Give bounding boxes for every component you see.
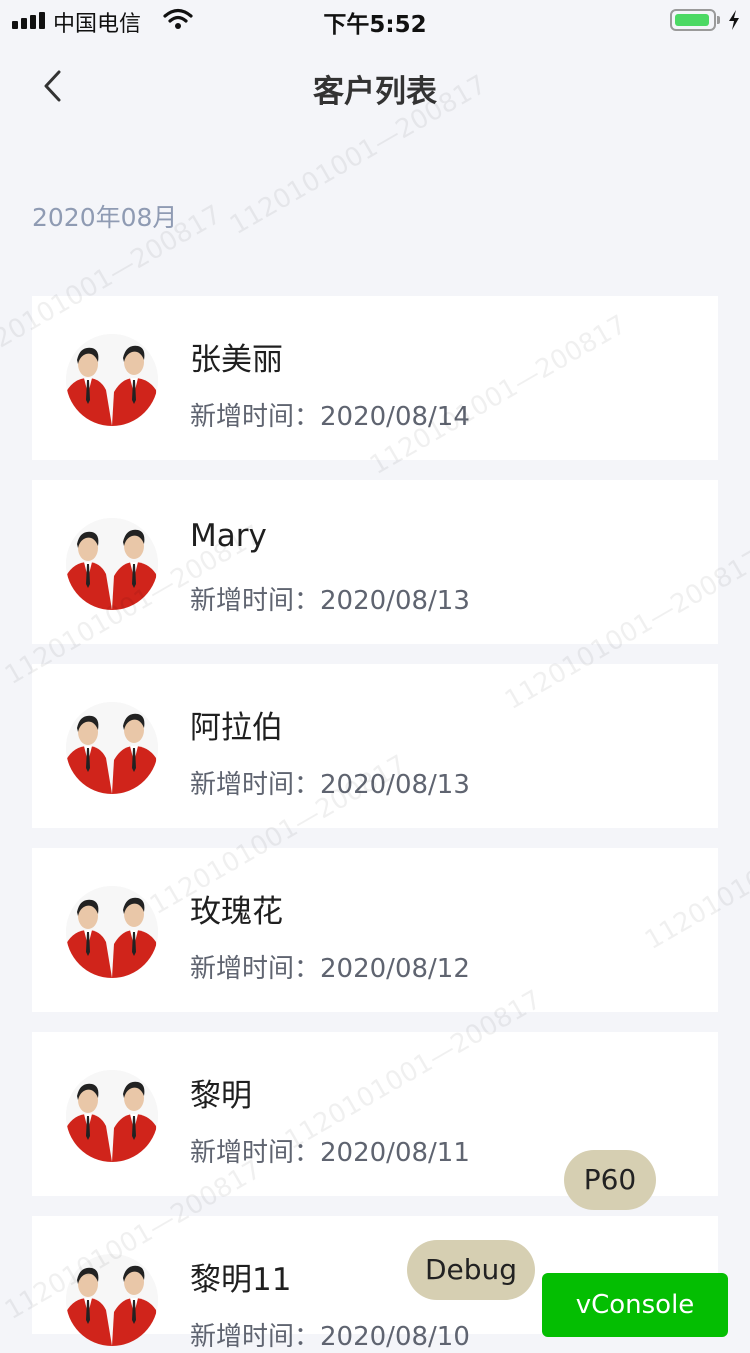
- avatar: [66, 334, 158, 426]
- avatar: [66, 518, 158, 610]
- customer-name: 张美丽: [190, 342, 283, 378]
- customer-card[interactable]: 张美丽 新增时间：2020/08/14: [32, 296, 718, 460]
- avatar-photo: [66, 702, 158, 794]
- added-time-row: 新增时间：2020/08/12: [190, 948, 470, 985]
- avatar-photo: [66, 334, 158, 426]
- p60-button[interactable]: P60: [564, 1150, 656, 1210]
- added-time-label: 新增时间：: [190, 402, 321, 432]
- added-time-value: 2020/08/14: [320, 402, 470, 432]
- customer-card[interactable]: 阿拉伯 新增时间：2020/08/13: [32, 664, 718, 828]
- battery-icon: [670, 9, 720, 31]
- customer-card[interactable]: Mary 新增时间：2020/08/13: [32, 480, 718, 644]
- added-time-row: 新增时间：2020/08/13: [190, 764, 470, 801]
- status-bar: 中国电信 下午5:52: [0, 0, 750, 40]
- avatar: [66, 1070, 158, 1162]
- added-time-label: 新增时间：: [190, 1322, 321, 1352]
- customer-name: 黎明11: [190, 1262, 292, 1298]
- avatar-photo: [66, 886, 158, 978]
- added-time-value: 2020/08/10: [320, 1322, 470, 1352]
- debug-button[interactable]: Debug: [407, 1240, 535, 1300]
- customer-name: 阿拉伯: [190, 710, 283, 746]
- charging-bolt-icon: [727, 9, 741, 35]
- customer-name: 玫瑰花: [190, 894, 283, 930]
- customer-card[interactable]: 玫瑰花 新增时间：2020/08/12: [32, 848, 718, 1012]
- status-time: 下午5:52: [323, 12, 427, 38]
- avatar: [66, 886, 158, 978]
- added-time-value: 2020/08/12: [320, 954, 470, 984]
- added-time-row: 新增时间：2020/08/11: [190, 1132, 470, 1169]
- added-time-label: 新增时间：: [190, 586, 321, 616]
- avatar: [66, 1254, 158, 1346]
- avatar-photo: [66, 1070, 158, 1162]
- added-time-value: 2020/08/13: [320, 586, 470, 616]
- page-title: 客户列表: [313, 74, 437, 110]
- added-time-row: 新增时间：2020/08/10: [190, 1316, 470, 1353]
- month-section-label: 2020年08月: [32, 203, 178, 232]
- customer-name: 黎明: [190, 1078, 252, 1114]
- added-time-label: 新增时间：: [190, 770, 321, 800]
- avatar-photo: [66, 518, 158, 610]
- added-time-row: 新增时间：2020/08/14: [190, 396, 470, 433]
- vconsole-button[interactable]: vConsole: [542, 1273, 728, 1337]
- avatar: [66, 702, 158, 794]
- added-time-value: 2020/08/11: [320, 1138, 470, 1168]
- customer-name: Mary: [190, 518, 267, 554]
- added-time-row: 新增时间：2020/08/13: [190, 580, 470, 617]
- added-time-value: 2020/08/13: [320, 770, 470, 800]
- added-time-label: 新增时间：: [190, 1138, 321, 1168]
- added-time-label: 新增时间：: [190, 954, 321, 984]
- avatar-photo: [66, 1254, 158, 1346]
